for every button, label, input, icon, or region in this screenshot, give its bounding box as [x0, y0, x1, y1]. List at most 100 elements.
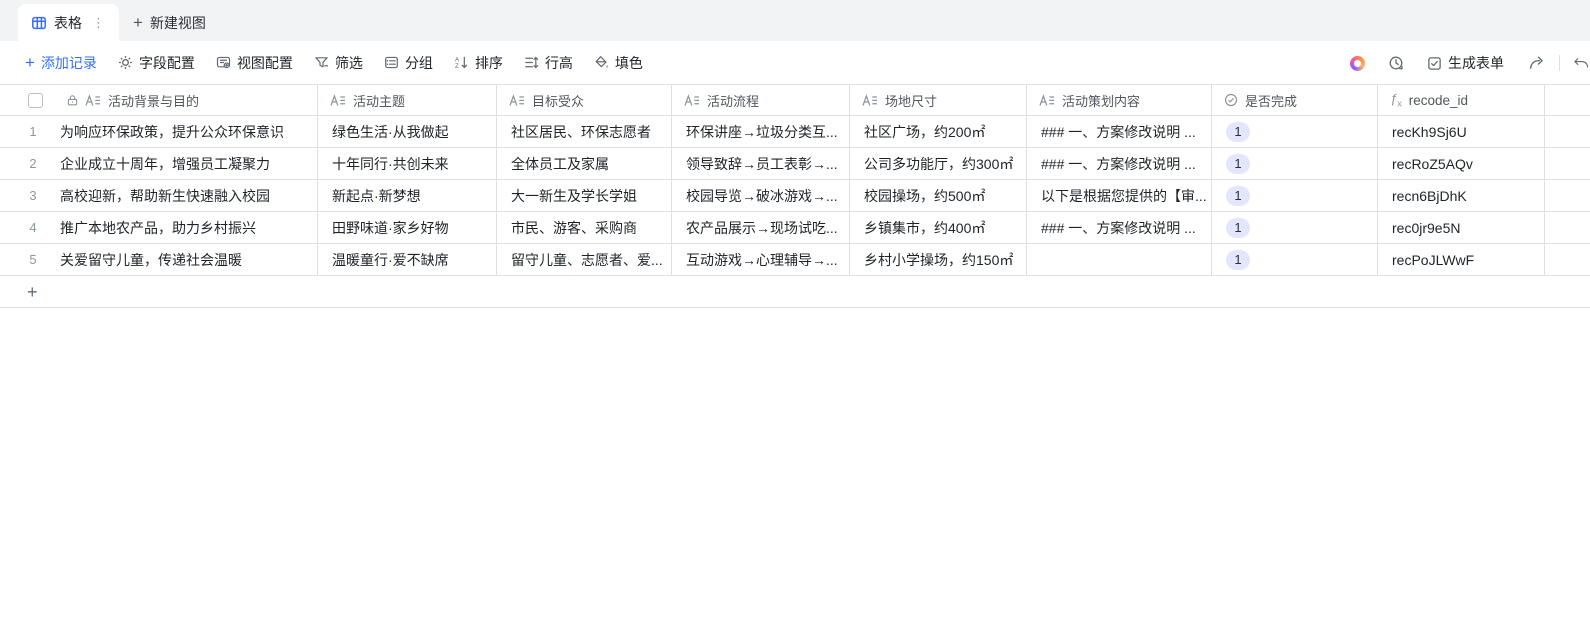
row-number: 2 [13, 156, 53, 171]
cell-text: 全体员工及家属 [511, 154, 609, 174]
clock-history-icon [1388, 55, 1404, 71]
column-header-activity-background[interactable]: 活动背景与目的 [0, 85, 318, 115]
table-row[interactable]: 5关爱留守儿童，传递社会温暖 温暖童行·爱不缺席 留守儿童、志愿者、爱... 互… [0, 244, 1590, 276]
share-button[interactable] [1528, 55, 1545, 71]
view-config-label: 视图配置 [237, 53, 293, 73]
column-label: 活动背景与目的 [108, 91, 199, 110]
cell-target-audience[interactable]: 市民、游客、采购商 [497, 212, 672, 243]
filter-button[interactable]: 筛选 [314, 53, 363, 73]
table-row[interactable]: 3高校迎新，帮助新生快速融入校园 新起点·新梦想 大一新生及学长学姐 校园导览→… [0, 180, 1590, 212]
cell-spacer [1545, 244, 1590, 275]
cell-activity-theme[interactable]: 田野味道·家乡好物 [318, 212, 497, 243]
cell-venue-size[interactable]: 公司多功能厅，约300㎡ [850, 148, 1027, 179]
group-label: 分组 [405, 53, 433, 73]
cell-recode-id[interactable]: recRoZ5AQv [1378, 148, 1545, 179]
column-header-activity-theme[interactable]: 活动主题 [318, 85, 497, 115]
cell-planning-content[interactable]: ### 一、方案修改说明 ... [1027, 148, 1212, 179]
add-record-button[interactable]: + 添加记录 [25, 53, 97, 73]
cell-text: recn6BjDhK [1392, 188, 1467, 204]
sort-button[interactable]: AZ 排序 [454, 53, 503, 73]
cell-activity-flow[interactable]: 农产品展示→现场试吃... [672, 212, 850, 243]
add-view-button[interactable]: + 新建视图 [133, 4, 206, 41]
table-row[interactable]: 2企业成立十周年，增强员工凝聚力 十年同行·共创未来 全体员工及家属 领导致辞→… [0, 148, 1590, 180]
row-number: 3 [13, 188, 53, 203]
undo-button[interactable] [1572, 55, 1590, 71]
column-label: 活动主题 [353, 91, 405, 110]
cell-activity-background[interactable]: 1为响应环保政策，提升公众环保意识 [0, 116, 318, 147]
cell-activity-flow[interactable]: 领导致辞→员工表彰→... [672, 148, 850, 179]
view-more-menu-icon[interactable]: ⋮ [90, 16, 107, 29]
cell-venue-size[interactable]: 校园操场，约500㎡ [850, 180, 1027, 211]
done-badge: 1 [1226, 250, 1250, 270]
cell-text: 乡镇集市，约400㎡ [864, 218, 985, 238]
cell-activity-flow[interactable]: 环保讲座→垃圾分类互... [672, 116, 850, 147]
text-field-icon [85, 94, 101, 107]
cell-target-audience[interactable]: 社区居民、环保志愿者 [497, 116, 672, 147]
cell-planning-content[interactable] [1027, 244, 1212, 275]
cell-text: 为响应环保政策，提升公众环保意识 [60, 122, 284, 142]
paint-bucket-icon [594, 55, 609, 70]
select-all-checkbox[interactable] [28, 93, 43, 108]
generate-form-label: 生成表单 [1448, 53, 1504, 73]
column-header-is-done[interactable]: 是否完成 [1212, 85, 1378, 115]
cell-planning-content[interactable]: 以下是根据您提供的【审... [1027, 180, 1212, 211]
column-header-target-audience[interactable]: 目标受众 [497, 85, 672, 115]
fill-color-button[interactable]: 填色 [594, 53, 643, 73]
cell-is-done[interactable]: 1 [1212, 180, 1378, 211]
view-config-button[interactable]: 视图配置 [216, 53, 293, 73]
cell-venue-size[interactable]: 社区广场，约200㎡ [850, 116, 1027, 147]
cell-text: 关爱留守儿童，传递社会温暖 [60, 250, 242, 270]
cell-activity-theme[interactable]: 温暖童行·爱不缺席 [318, 244, 497, 275]
table-row[interactable]: 4推广本地农产品，助力乡村振兴 田野味道·家乡好物 市民、游客、采购商 农产品展… [0, 212, 1590, 244]
cell-is-done[interactable]: 1 [1212, 244, 1378, 275]
cell-planning-content[interactable]: ### 一、方案修改说明 ... [1027, 116, 1212, 147]
formula-icon: ƒx [1390, 91, 1402, 109]
svg-text:Z: Z [455, 63, 459, 70]
column-header-planning-content[interactable]: 活动策划内容 [1027, 85, 1212, 115]
fill-color-label: 填色 [615, 53, 643, 73]
cell-activity-background[interactable]: 3高校迎新，帮助新生快速融入校园 [0, 180, 318, 211]
cell-activity-flow[interactable]: 校园导览→破冰游戏→... [672, 180, 850, 211]
column-label: 目标受众 [532, 91, 584, 110]
cell-planning-content[interactable]: ### 一、方案修改说明 ... [1027, 212, 1212, 243]
cell-recode-id[interactable]: rec0jr9e5N [1378, 212, 1545, 243]
grid-header-row: 活动背景与目的 活动主题 目标受众 活动流程 场地尺寸 活动策划内容 [0, 85, 1590, 116]
generate-form-button[interactable]: 生成表单 [1427, 53, 1504, 73]
cell-activity-background[interactable]: 4推广本地农产品，助力乡村振兴 [0, 212, 318, 243]
cell-text: 校园操场，约500㎡ [864, 186, 985, 206]
add-row-button[interactable]: + [0, 276, 1590, 308]
group-button[interactable]: 分组 [384, 53, 433, 73]
cell-target-audience[interactable]: 留守儿童、志愿者、爱... [497, 244, 672, 275]
column-label: recode_id [1409, 93, 1468, 108]
column-header-recode-id[interactable]: ƒx recode_id [1378, 85, 1545, 115]
column-header-activity-flow[interactable]: 活动流程 [672, 85, 850, 115]
cell-venue-size[interactable]: 乡镇集市，约400㎡ [850, 212, 1027, 243]
cell-activity-background[interactable]: 5关爱留守儿童，传递社会温暖 [0, 244, 318, 275]
cell-text: 以下是根据您提供的【审... [1041, 186, 1207, 206]
tab-grid-view[interactable]: 表格 ⋮ [18, 4, 119, 41]
cell-recode-id[interactable]: recPoJLWwF [1378, 244, 1545, 275]
cell-text: 大一新生及学长学姐 [511, 186, 637, 206]
cell-activity-flow[interactable]: 互动游戏→心理辅导→... [672, 244, 850, 275]
cell-recode-id[interactable]: recn6BjDhK [1378, 180, 1545, 211]
cell-recode-id[interactable]: recKh9Sj6U [1378, 116, 1545, 147]
cell-is-done[interactable]: 1 [1212, 212, 1378, 243]
field-config-button[interactable]: 字段配置 [118, 53, 195, 73]
row-height-button[interactable]: 行高 [524, 53, 573, 73]
ai-assistant-icon[interactable] [1350, 56, 1365, 71]
cell-activity-theme[interactable]: 新起点·新梦想 [318, 180, 497, 211]
cell-text: 互动游戏→心理辅导→... [686, 250, 838, 270]
cell-is-done[interactable]: 1 [1212, 116, 1378, 147]
done-badge: 1 [1226, 186, 1250, 206]
cell-target-audience[interactable]: 大一新生及学长学姐 [497, 180, 672, 211]
cell-activity-background[interactable]: 2企业成立十周年，增强员工凝聚力 [0, 148, 318, 179]
cell-activity-theme[interactable]: 十年同行·共创未来 [318, 148, 497, 179]
cell-activity-theme[interactable]: 绿色生活·从我做起 [318, 116, 497, 147]
cell-target-audience[interactable]: 全体员工及家属 [497, 148, 672, 179]
column-header-venue-size[interactable]: 场地尺寸 [850, 85, 1027, 115]
cell-is-done[interactable]: 1 [1212, 148, 1378, 179]
table-row[interactable]: 1为响应环保政策，提升公众环保意识 绿色生活·从我做起 社区居民、环保志愿者 环… [0, 116, 1590, 148]
history-button[interactable] [1388, 55, 1404, 71]
cell-venue-size[interactable]: 乡村小学操场，约150㎡ [850, 244, 1027, 275]
filter-funnel-icon [314, 55, 329, 70]
